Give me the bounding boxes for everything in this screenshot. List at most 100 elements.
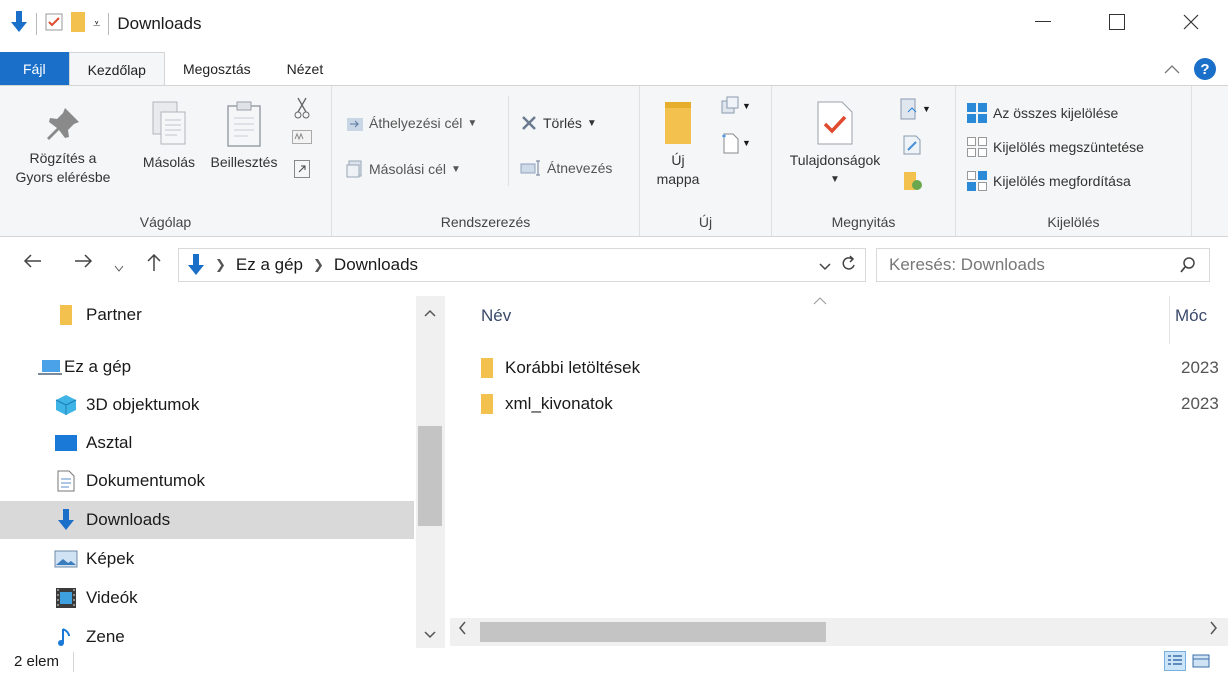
select-group: Az összes kijelölése Kijelölés megszünte… [956,86,1192,236]
nav-item-label: Downloads [86,510,171,529]
search-placeholder: Keresés: Downloads [889,255,1045,274]
paste-button[interactable]: Beillesztés [206,100,282,172]
open-icon [900,98,917,120]
help-icon[interactable]: ? [1194,58,1216,80]
customize-dropdown-icon[interactable]: ⩡ [93,16,100,32]
nav-item-this-pc[interactable]: Ez a gép [0,348,414,386]
properties-check-icon [817,101,853,145]
nav-item-videos[interactable]: Videók [0,579,414,617]
properties-button[interactable]: Tulajdonságok ▼ [778,100,892,189]
nav-item-downloads[interactable]: Downloads [0,501,414,539]
new-group-label: Új [698,214,713,230]
breadcrumb-downloads[interactable]: Downloads [334,255,418,275]
file-name: xml_kivonatok [505,394,613,413]
file-row[interactable]: xml_kivonatok 2023 [481,387,1228,421]
nav-item-partner[interactable]: Partner [0,296,414,334]
copy-path-icon[interactable] [292,130,312,148]
divider [508,96,509,186]
divider [73,651,75,672]
nav-scrollbar-thumb[interactable] [418,426,442,526]
address-bar[interactable]: ❯ Ez a gép ❯ Downloads [178,248,866,282]
nav-item-label: Dokumentumok [86,471,206,490]
delete-x-icon [522,116,536,130]
pictures-icon [54,550,78,568]
tab-view[interactable]: Nézet [269,52,342,86]
tab-share[interactable]: Megosztás [165,52,269,86]
column-divider[interactable] [1169,296,1170,344]
minimize-button[interactable] [1006,0,1080,44]
invert-selection-button[interactable]: Kijelölés megfordítása [966,170,1131,192]
properties-check-icon[interactable] [45,13,63,35]
nav-item-music[interactable]: Zene [0,618,414,648]
organize-group: Áthelyezési cél ▼ Másolási cél ▼ Törlés ▼ Á… [332,86,640,236]
nav-item-label: Zene [86,627,125,646]
pin-label: Rögzítés a [29,150,97,166]
rename-button[interactable]: Átnevezés [520,160,612,176]
up-button[interactable] [146,252,162,278]
open-group-label: Megnyitás [831,214,896,230]
invert-selection-icon [967,171,987,191]
new-folder-label-2: mappa [656,171,700,187]
new-folder-quick-icon[interactable] [71,12,85,36]
breadcrumb-separator-icon[interactable]: ❯ [215,257,226,273]
search-box[interactable]: Keresés: Downloads [876,248,1210,282]
column-header-modified[interactable]: Móc [1175,306,1207,326]
nav-item-desktop[interactable]: Asztal [0,424,414,462]
history-icon[interactable] [902,170,924,196]
move-to-button[interactable]: Áthelyezési cél ▼ [346,114,477,132]
tab-file[interactable]: Fájl [0,52,69,86]
column-header-name[interactable]: Név [481,306,511,326]
status-bar: 2 elem [0,648,1228,675]
new-item-button[interactable]: ▼ [720,96,751,116]
scroll-right-icon[interactable] [1210,621,1218,640]
scroll-down-icon[interactable] [424,626,436,642]
address-history-icon[interactable] [819,258,831,276]
search-icon[interactable] [1179,256,1197,279]
rename-label: Átnevezés [547,160,613,176]
recent-locations-button[interactable] [114,256,124,279]
folder-icon [54,305,78,325]
large-icons-view-icon[interactable] [1190,651,1212,671]
cut-icon[interactable] [294,96,310,124]
delete-button[interactable]: Törlés ▼ [520,114,597,132]
paste-shortcut-icon[interactable] [294,158,310,182]
close-button[interactable] [1154,0,1228,44]
hscrollbar-thumb[interactable] [480,622,826,642]
pin-quick-access-button[interactable]: Rögzítés a Gyors elérésbe [8,104,118,187]
scroll-up-icon[interactable] [424,304,436,320]
pin-icon [47,108,79,140]
new-item-icon [721,96,739,114]
easy-access-button[interactable]: ▼ [720,132,751,154]
scroll-left-icon[interactable] [458,621,466,640]
nav-scrollbar[interactable] [416,296,444,648]
copy-button[interactable]: Másolás [134,100,204,172]
nav-item-documents[interactable]: Dokumentumok [0,462,414,500]
breadcrumb-separator-icon[interactable]: ❯ [313,257,324,273]
edit-icon[interactable] [902,134,922,160]
details-view-icon[interactable] [1164,651,1186,671]
quick-access-toolbar: ⩡ [0,11,110,37]
select-all-button[interactable]: Az összes kijelölése [966,102,1118,124]
new-folder-button[interactable]: Új mappa [648,100,708,189]
copy-to-button[interactable]: Másolási cél ▼ [346,160,461,178]
paste-label: Beillesztés [210,154,278,170]
window-title: Downloads [117,14,202,33]
download-arrow-icon[interactable] [10,11,28,37]
forward-button[interactable] [74,252,94,275]
select-none-button[interactable]: Kijelölés megszüntetése [966,136,1144,158]
properties-dropdown-icon[interactable]: ▼ [778,170,892,189]
select-none-label: Kijelölés megszüntetése [993,139,1144,155]
breadcrumb-this-pc[interactable]: Ez a gép [236,255,303,275]
file-list-hscrollbar[interactable] [450,618,1228,646]
open-button[interactable]: ▼ [900,98,931,120]
tab-home[interactable]: Kezdőlap [68,52,165,86]
maximize-button[interactable] [1080,0,1154,44]
refresh-icon[interactable] [841,255,857,278]
collapse-ribbon-icon[interactable] [1164,61,1180,78]
back-button[interactable] [22,252,42,275]
select-all-icon [967,103,987,123]
file-row[interactable]: Korábbi letöltések 2023 [481,351,1228,385]
nav-item-3d-objects[interactable]: 3D objektumok [0,386,414,424]
nav-item-pictures[interactable]: Képek [0,540,414,578]
select-group-label: Kijelölés [1047,214,1100,230]
